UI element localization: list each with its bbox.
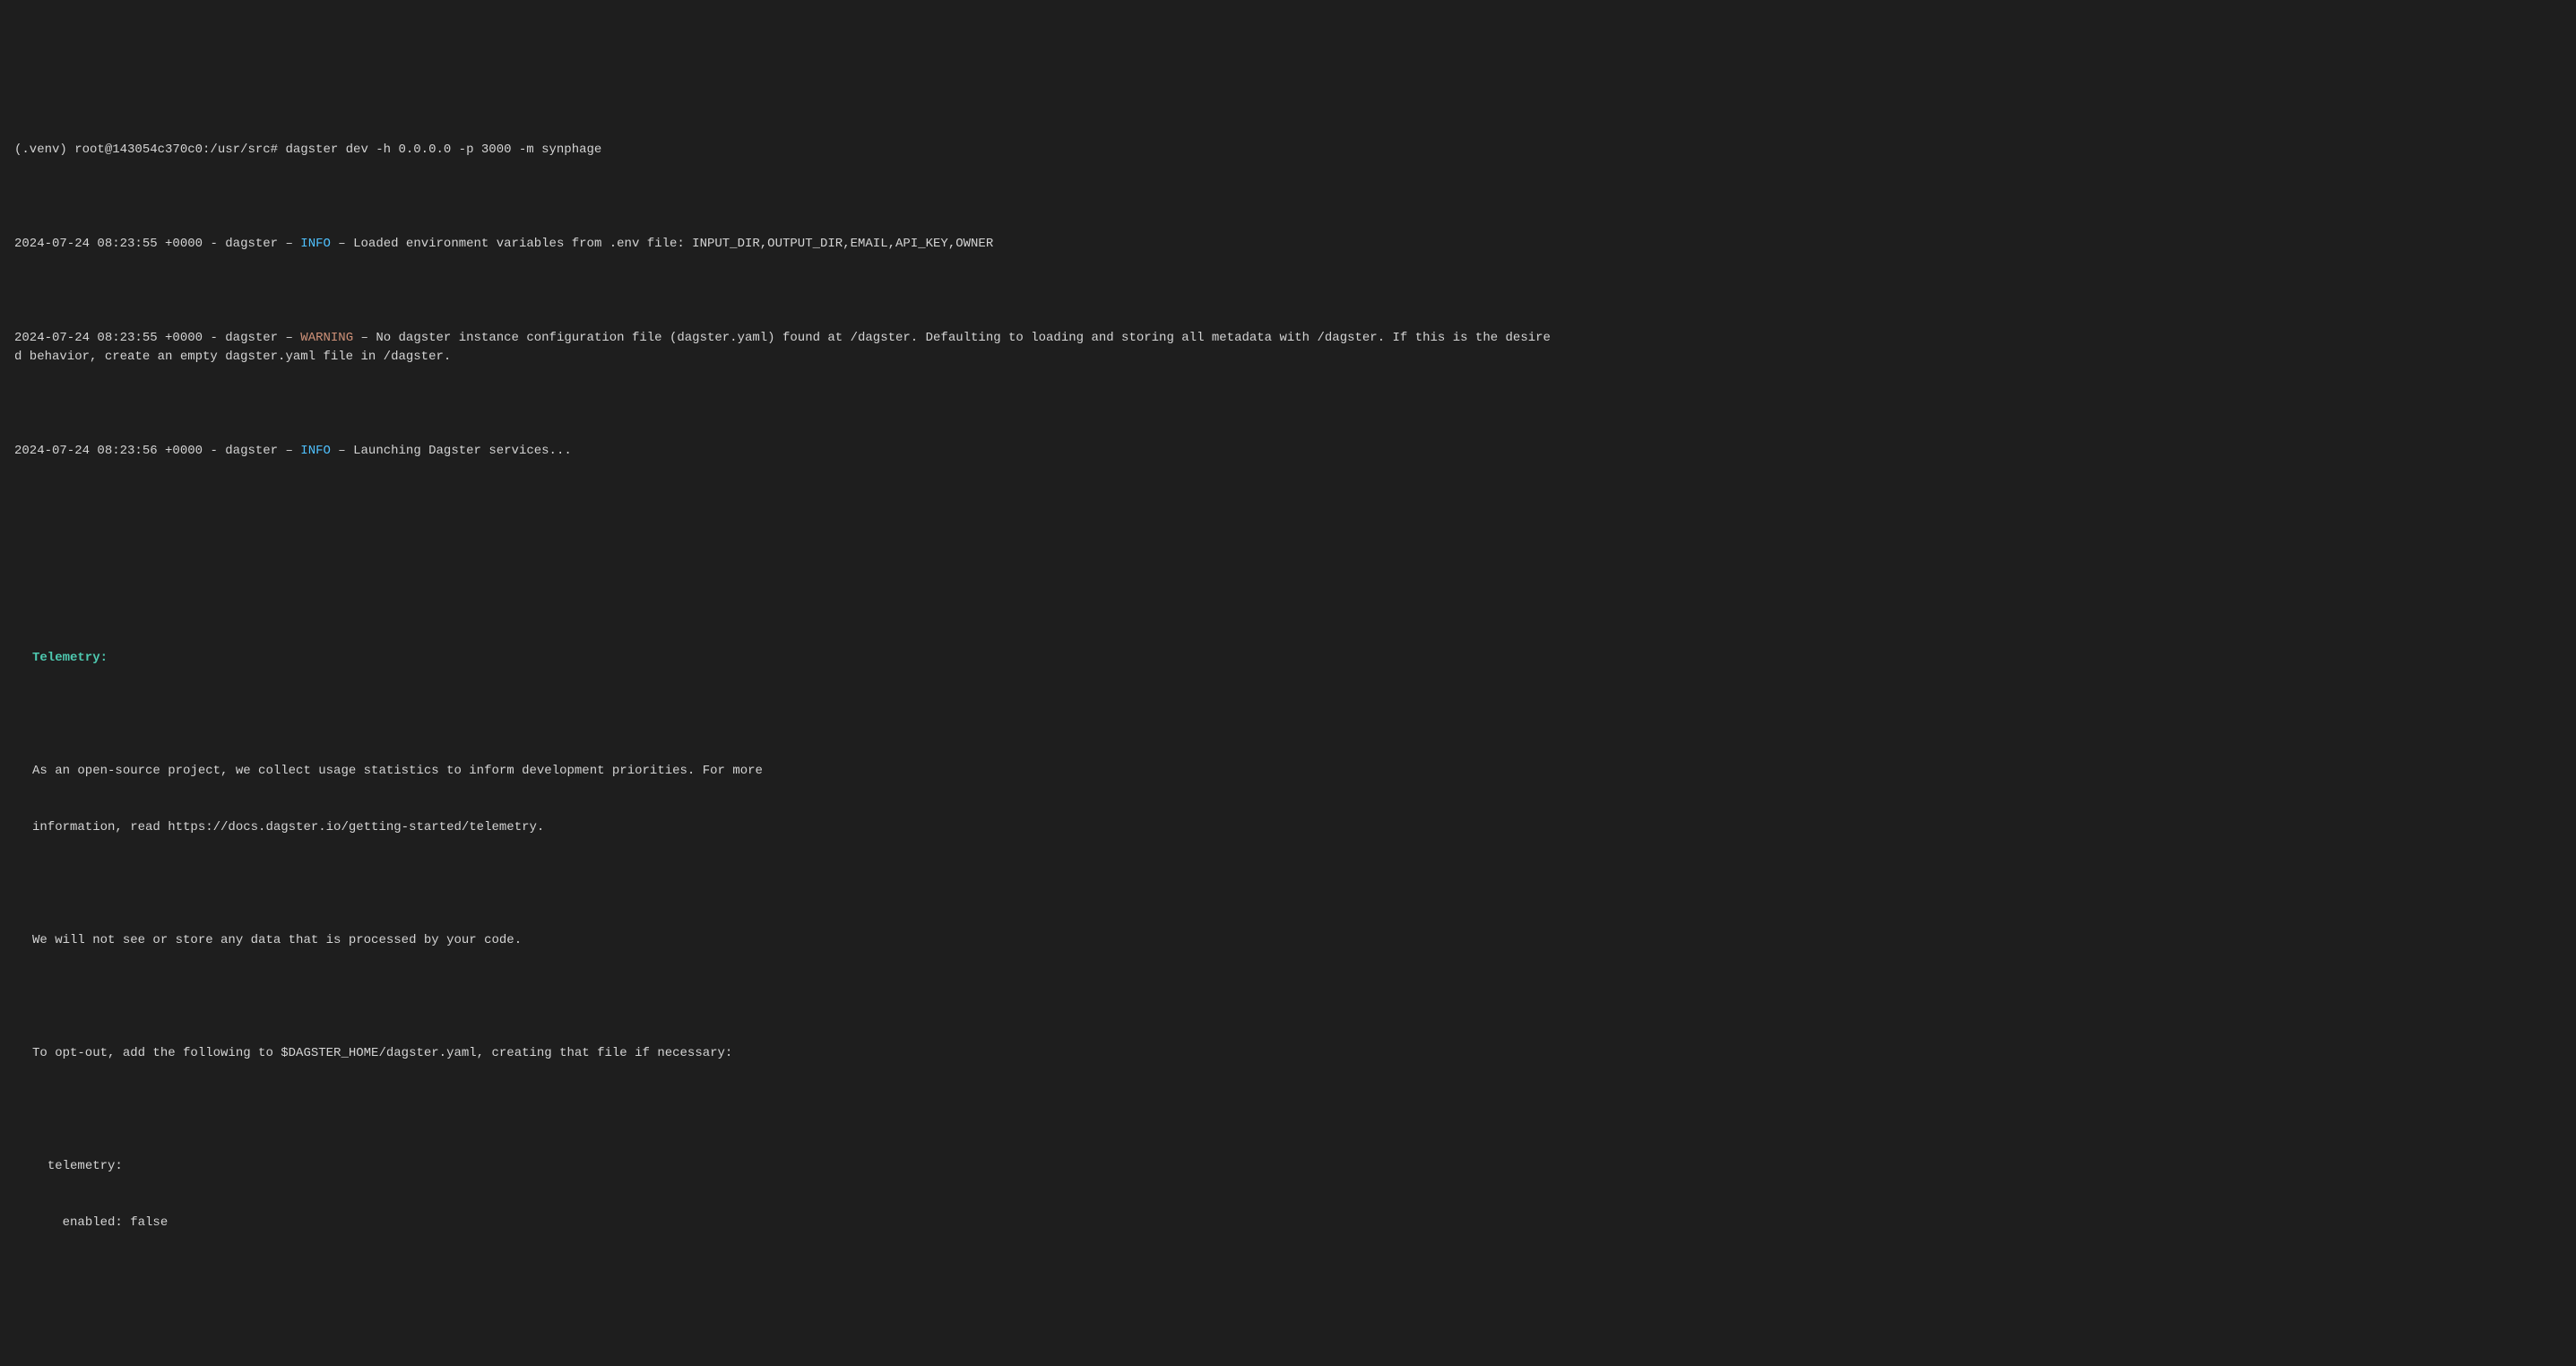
telemetry-yaml-1: telemetry: (32, 1157, 2562, 1176)
blank-4 (32, 988, 2562, 1007)
blank-2 (32, 705, 2562, 724)
telemetry-yaml-2: enabled: false (32, 1214, 2562, 1232)
telemetry-line-4: To opt-out, add the following to $DAGSTE… (32, 1044, 2562, 1063)
blank-6 (14, 1327, 2562, 1345)
telemetry-line-2: information, read https://docs.dagster.i… (32, 818, 2562, 837)
terminal: (.venv) root@143054c370c0:/usr/src# dags… (14, 84, 2562, 1366)
log-line-1: 2024-07-24 08:23:55 +0000 - dagster – IN… (14, 235, 2562, 254)
telemetry-section: Telemetry: As an open-source project, we… (14, 611, 2562, 1270)
blank-3 (32, 875, 2562, 894)
telemetry-header: Telemetry: (32, 649, 2562, 668)
blank-5 (32, 1101, 2562, 1120)
telemetry-line-1: As an open-source project, we collect us… (32, 762, 2562, 781)
log-line-3: 2024-07-24 08:23:56 +0000 - dagster – IN… (14, 442, 2562, 461)
prompt-line: (.venv) root@143054c370c0:/usr/src# dags… (14, 141, 2562, 160)
log-line-2: 2024-07-24 08:23:55 +0000 - dagster – WA… (14, 329, 2562, 367)
blank-1 (14, 517, 2562, 536)
telemetry-line-3: We will not see or store any data that i… (32, 931, 2562, 950)
